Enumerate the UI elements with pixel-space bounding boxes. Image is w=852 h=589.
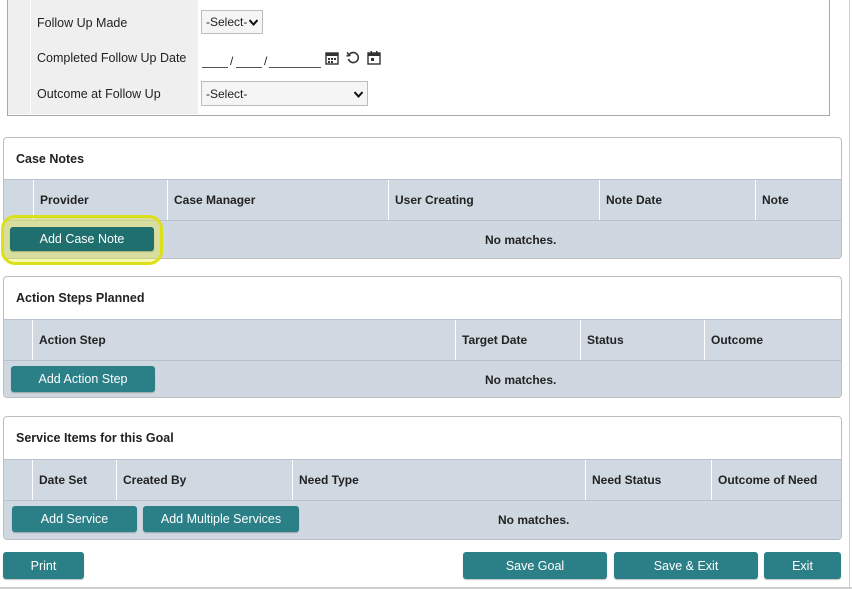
date-year-input[interactable]	[269, 52, 321, 68]
follow-up-made-value: -Select-	[206, 15, 248, 29]
action-steps-panel: Action Steps Planned Action Step Target …	[3, 276, 842, 398]
save-and-exit-button[interactable]: Save & Exit	[614, 552, 758, 579]
follow-up-made-label: Follow Up Made	[37, 16, 128, 30]
form-row-completed-date: Completed Follow Up Date	[8, 41, 198, 77]
follow-up-made-select[interactable]: -Select-	[201, 10, 263, 34]
column-header[interactable]: Case Manager	[167, 180, 388, 220]
service-items-empty-text: No matches.	[498, 513, 570, 527]
form-row-outcome: Outcome at Follow Up	[8, 76, 198, 115]
column-header[interactable]: Action Step	[32, 320, 455, 360]
case-notes-empty-text: No matches.	[485, 233, 557, 247]
service-items-table-header: Date Set Created By Need Type Need Statu…	[4, 459, 841, 501]
calendar-today-icon[interactable]	[366, 50, 382, 66]
date-day-input[interactable]	[236, 52, 262, 68]
completed-follow-up-date-label: Completed Follow Up Date	[37, 51, 187, 65]
service-items-title: Service Items for this Goal	[16, 431, 174, 445]
print-button[interactable]: Print	[3, 552, 84, 579]
case-notes-title: Case Notes	[16, 152, 85, 166]
chevron-down-icon	[353, 87, 364, 101]
column-header[interactable]: Note Date	[599, 180, 755, 220]
outcome-at-follow-up-select[interactable]: -Select-	[201, 81, 368, 106]
outcome-at-follow-up-label: Outcome at Follow Up	[37, 87, 161, 101]
service-items-panel: Service Items for this Goal Date Set Cre…	[3, 416, 842, 540]
follow-up-form: Follow Up Made -Select- Completed Follow…	[7, 0, 830, 116]
column-header[interactable]: Outcome of Need	[711, 460, 841, 500]
column-header[interactable]: Created By	[116, 460, 292, 500]
action-steps-table-header: Action Step Target Date Status Outcome	[4, 319, 841, 361]
add-service-button[interactable]: Add Service	[12, 506, 137, 532]
column-header[interactable]: Status	[580, 320, 704, 360]
page-border-right	[849, 0, 850, 589]
add-case-note-button[interactable]: Add Case Note	[10, 227, 154, 251]
column-header[interactable]: User Creating	[388, 180, 599, 220]
date-separator-2: /	[264, 54, 268, 68]
outcome-at-follow-up-value: -Select-	[206, 86, 248, 101]
column-header[interactable]: Provider	[33, 180, 168, 220]
column-header[interactable]: Target Date	[455, 320, 580, 360]
add-multiple-services-button[interactable]: Add Multiple Services	[143, 506, 299, 532]
form-row-follow-up-made: Follow Up Made	[8, 6, 198, 42]
date-separator-1: /	[230, 54, 234, 68]
action-steps-empty-text: No matches.	[485, 373, 557, 387]
column-header[interactable]: Outcome	[704, 320, 835, 360]
column-header[interactable]: Note	[755, 180, 841, 220]
column-header[interactable]: Date Set	[32, 460, 116, 500]
add-action-step-button[interactable]: Add Action Step	[11, 366, 155, 392]
save-goal-button[interactable]: Save Goal	[463, 552, 607, 579]
calendar-icon[interactable]	[324, 50, 340, 66]
date-month-input[interactable]	[202, 52, 228, 68]
action-steps-title: Action Steps Planned	[16, 291, 145, 305]
exit-button[interactable]: Exit	[764, 552, 841, 579]
column-header[interactable]: Need Type	[292, 460, 585, 500]
column-header[interactable]: Need Status	[585, 460, 711, 500]
chevron-down-icon	[248, 15, 259, 29]
reset-icon[interactable]	[345, 50, 361, 66]
